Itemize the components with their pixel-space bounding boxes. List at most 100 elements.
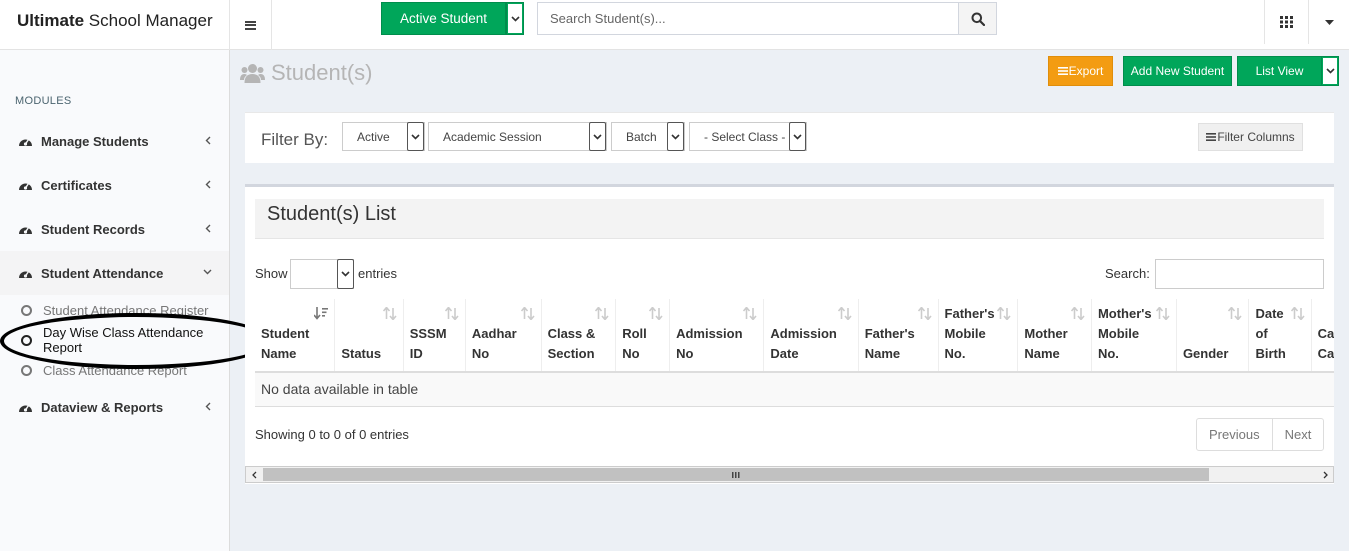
column-header[interactable]: Mother Name xyxy=(1017,299,1092,373)
academic-session-select[interactable]: Academic Session xyxy=(428,122,607,151)
sort-icon xyxy=(1290,307,1305,320)
column-header-text: Mobile xyxy=(1097,326,1140,341)
column-header[interactable]: Admission No xyxy=(669,299,765,373)
scroll-right-arrow[interactable] xyxy=(1317,467,1333,482)
column-header[interactable]: Admission Date xyxy=(763,299,859,373)
list-view-dropdown-toggle[interactable] xyxy=(1321,56,1339,86)
column-header[interactable]: Aadhar No xyxy=(465,299,542,373)
class-select[interactable]: - Select Class - xyxy=(689,122,807,151)
list-icon xyxy=(1206,133,1217,141)
table-info-text: Showing 0 to 0 of 0 entries xyxy=(255,427,409,442)
chevron-down-icon xyxy=(667,122,684,151)
column-header-text: No xyxy=(676,346,694,361)
dashboard-icon xyxy=(19,405,32,412)
dashboard-icon xyxy=(19,271,32,278)
sidebar-item-label: Student Records xyxy=(41,221,146,237)
grid-icon xyxy=(1280,16,1293,28)
batch-select[interactable]: Batch xyxy=(611,122,685,151)
column-header-text: No xyxy=(471,346,490,361)
filter-columns-button[interactable]: Filter Columns xyxy=(1198,123,1303,151)
sidebar: MODULES Manage Students Certificates Stu… xyxy=(0,50,230,551)
filter-label: Filter By: xyxy=(261,130,329,149)
sidebar-item-label: Dataview & Reports xyxy=(41,399,164,415)
column-header[interactable]: Date of Birth xyxy=(1248,299,1312,373)
sidebar-item-certificates[interactable]: Certificates xyxy=(0,163,229,207)
table-header-row: Student Name Status SSSM ID Aadhar No Class & Se… xyxy=(255,299,1334,373)
entries-per-page-select[interactable] xyxy=(290,259,354,289)
column-header-text: Name xyxy=(1024,346,1060,361)
sort-icon xyxy=(444,307,459,320)
table-wrapper: Student Name Status SSSM ID Aadhar No Class & Se… xyxy=(255,299,1334,409)
horizontal-scrollbar[interactable] xyxy=(245,466,1334,483)
show-label: Show xyxy=(255,266,288,281)
sidebar-item-student-attendance[interactable]: Student Attendance xyxy=(0,251,229,295)
column-header[interactable]: Class & Section xyxy=(541,299,617,373)
sidebar-item-student-records[interactable]: Student Records xyxy=(0,207,229,251)
filter-columns-label: Filter Columns xyxy=(1217,130,1295,144)
column-header-text: Name xyxy=(261,346,297,361)
chevron-right-icon xyxy=(1323,471,1328,478)
sidebar-item-manage-students[interactable]: Manage Students xyxy=(0,119,229,163)
column-header-text: Mother xyxy=(1024,326,1068,341)
column-header[interactable]: Mother's Mobile No. xyxy=(1091,299,1177,373)
add-new-student-button[interactable]: Add New Student xyxy=(1123,56,1232,86)
sidebar-item-label: Student Attendance xyxy=(41,265,164,281)
chevron-down-icon xyxy=(789,122,806,151)
brand-bold: Ultimate xyxy=(17,11,85,30)
chevron-down-icon xyxy=(337,259,354,289)
column-header[interactable]: Gender xyxy=(1176,299,1250,373)
brand-logo[interactable]: Ultimate School Manager xyxy=(0,0,230,50)
column-header-text: Roll xyxy=(622,326,647,341)
chevron-left-icon xyxy=(205,224,211,233)
status-select[interactable]: Active xyxy=(342,122,425,151)
column-header-text: Mobile xyxy=(944,326,986,341)
table-search-input[interactable] xyxy=(1155,259,1324,289)
list-title: Student(s) List xyxy=(267,203,396,225)
column-header-text: of xyxy=(1255,326,1268,341)
caret-down-icon xyxy=(1324,19,1334,25)
column-header-text: Date xyxy=(770,346,799,361)
active-student-dropdown-toggle[interactable] xyxy=(506,2,524,35)
apps-grid-button[interactable] xyxy=(1264,0,1308,44)
chevron-left-icon xyxy=(205,180,211,189)
active-student-button[interactable]: Active Student xyxy=(381,2,506,35)
column-header[interactable]: SSSM ID xyxy=(403,299,466,373)
column-header[interactable]: Status xyxy=(334,299,404,373)
user-menu-toggle[interactable] xyxy=(1308,0,1349,44)
sort-icon xyxy=(837,307,852,320)
column-header-text: Admission xyxy=(770,326,837,341)
scroll-left-arrow[interactable] xyxy=(246,467,262,482)
column-header[interactable]: Caste Category xyxy=(1311,299,1334,373)
column-header-text: Section xyxy=(547,346,595,361)
list-view-button[interactable]: List View xyxy=(1237,56,1322,86)
column-header[interactable]: Roll No xyxy=(615,299,671,373)
column-header-text: Mother's xyxy=(1097,306,1152,321)
sort-icon xyxy=(917,307,932,320)
column-header[interactable]: Student Name xyxy=(255,299,336,373)
column-header-text: Father's xyxy=(944,306,995,321)
column-header-text: Status xyxy=(341,346,382,361)
column-header-text: Gender xyxy=(1182,346,1229,361)
entries-label: entries xyxy=(358,266,398,281)
column-header[interactable]: Father's Mobile No. xyxy=(938,299,1019,373)
column-header[interactable]: Father's Name xyxy=(858,299,939,373)
pagination: Previous Next xyxy=(1196,418,1325,451)
modules-header: MODULES xyxy=(15,95,72,107)
student-list-box: Student(s) List Show entries Search: Stu… xyxy=(245,184,1334,484)
sidebar-item-dataview-reports[interactable]: Dataview & Reports xyxy=(0,385,229,429)
sidebar-toggle-button[interactable] xyxy=(230,0,272,50)
student-search-input[interactable] xyxy=(537,2,959,35)
chevron-left-icon xyxy=(205,136,211,145)
table-search-label: Search: xyxy=(1105,266,1150,281)
sidebar-item-label: Certificates xyxy=(41,177,112,193)
search-button[interactable] xyxy=(958,2,997,35)
next-page-button[interactable]: Next xyxy=(1271,419,1324,450)
export-button[interactable]: Export xyxy=(1048,56,1113,86)
column-header-text: No. xyxy=(1097,346,1119,361)
page-title: Student(s) xyxy=(240,60,373,86)
scrollbar-thumb[interactable] xyxy=(263,468,1209,481)
chevron-down-icon xyxy=(510,15,520,22)
previous-page-button[interactable]: Previous xyxy=(1197,419,1272,450)
batch-select-value: Batch xyxy=(626,129,657,144)
sidebar-item-label: Manage Students xyxy=(41,133,149,149)
